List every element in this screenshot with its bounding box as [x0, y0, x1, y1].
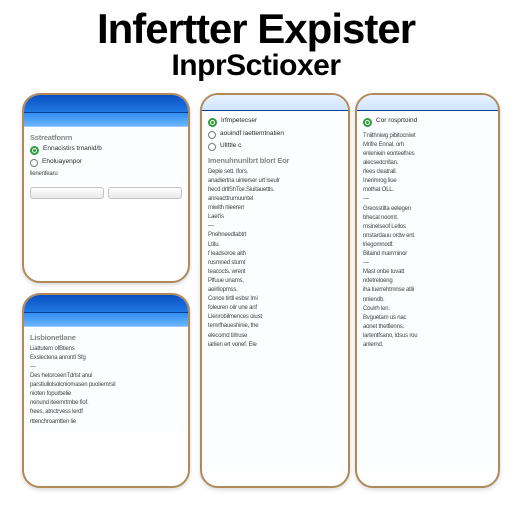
device-panel-4: Cor rosprtoind Tniithniwg pibitocniwtMri…: [355, 93, 500, 488]
device-panel-3: Irfmpetecser aouindf laettemtnatien Ullt…: [200, 93, 350, 488]
text-line: nnlendb.: [363, 296, 492, 304]
text-line: nenund iteemrtmbe fiof.: [30, 399, 182, 407]
navbar: [24, 313, 188, 327]
text-line: Greosstilta eelegen: [363, 205, 492, 213]
text-line: alecsedcnllan.: [363, 159, 492, 167]
text-line: Exslectena anrontl Sfg: [30, 354, 182, 362]
panel-content: Lisbionetlane Liattutern ofBtiensExslect…: [24, 327, 188, 431]
text-line: rusmned stumt: [208, 259, 342, 267]
text-line: parstiullolsolcniomasen puoliemrsil: [30, 381, 182, 389]
text-line: Des hetorceenTdrlst anul: [30, 372, 182, 380]
text-line: —: [363, 259, 492, 267]
text-line: temrfhaueshinie, the: [208, 322, 342, 330]
dialog-button[interactable]: [30, 187, 104, 199]
panel-content: Cor rosprtoind Tniithniwg pibitocniwtMri…: [357, 111, 498, 470]
section-heading: Sstreatfonrn: [30, 133, 182, 142]
device-panel-1: Sstreatfonrn Ennacistirs trnanid/b Eholu…: [22, 93, 190, 283]
text-line: Pnehneedtabtrt: [208, 231, 342, 239]
text-line: miwith nleererr: [208, 204, 342, 212]
titlebar: [24, 295, 188, 313]
text-line: foleuren oiir une anf: [208, 304, 342, 312]
text-line: Deple sett. Ifors.: [208, 168, 342, 176]
section-heading: Imenuhnunlbrt blort Eor: [208, 156, 342, 165]
option-row[interactable]: Cor rosprtoind: [363, 117, 492, 127]
text-line: Inerimrog liue: [363, 177, 492, 185]
text-line: Mrifre Ennal. orh: [363, 141, 492, 149]
text-line: Mast onbe tuvatt: [363, 268, 492, 276]
option-label: Cor rosprtoind: [376, 117, 417, 125]
text-line: teacocts. wrent: [208, 268, 342, 276]
button-row: [24, 183, 188, 205]
radio-icon[interactable]: [208, 131, 216, 139]
text-line: Coulrh len.: [363, 305, 492, 313]
radio-icon[interactable]: [363, 118, 372, 127]
panel-content: Irfmpetecser aouindf laettemtnatien Ullt…: [202, 111, 348, 470]
radio-icon[interactable]: [30, 146, 39, 155]
titlebar: [357, 95, 498, 111]
text-line: elecornd tirlruse: [208, 332, 342, 340]
device-panel-2: Lisbionetlane Liattutern ofBtiensExslect…: [22, 293, 190, 488]
text-line: Llenrobilmences oiust: [208, 313, 342, 321]
text-line: aonet thetfienns.: [363, 323, 492, 331]
device-stage: Sstreatfonrn Ennacistirs trnanid/b Eholu…: [0, 93, 512, 493]
option-label: Ennacistirs trnanid/b: [43, 145, 102, 153]
titlebar: [202, 95, 348, 111]
option-label: Ullttle c: [220, 142, 241, 150]
text-line: rttenchroamtten lie: [30, 418, 182, 426]
text-line: lienenfearu: [30, 170, 182, 178]
panel-content: Sstreatfonrn Ennacistirs trnanid/b Eholu…: [24, 127, 188, 183]
text-line: Bvguetam us nac: [363, 314, 492, 322]
text-line: nioten fopurbelie: [30, 390, 182, 398]
text-line: anreacttrumuuntel: [208, 195, 342, 203]
section-heading: Lisbionetlane: [30, 333, 182, 342]
text-line: ndetreloeng: [363, 277, 492, 285]
titlebar: [24, 95, 188, 113]
option-label: Irfmpetecser: [221, 117, 257, 125]
radio-icon[interactable]: [208, 143, 216, 151]
text-line: Ltitu.: [208, 241, 342, 249]
navbar: [24, 113, 188, 127]
text-line: —: [30, 363, 182, 371]
text-line: Tniithniwg pibitocniwt: [363, 132, 492, 140]
option-label: aouindf laettemtnatien: [220, 130, 284, 138]
text-line: Plfuue unams,: [208, 277, 342, 285]
text-line: iarlien ert vonef. Ele: [208, 341, 342, 349]
text-line: Liattutern ofBtiens: [30, 345, 182, 353]
text-line: Bitaind marrrninor: [363, 250, 492, 258]
page-title: Infertter Expister: [0, 8, 512, 51]
text-line: iha luerrehtmnse atlii: [363, 286, 492, 294]
radio-icon[interactable]: [30, 159, 38, 167]
option-row[interactable]: Ennacistirs trnanid/b: [30, 145, 182, 155]
option-row[interactable]: Ullttle c: [208, 142, 342, 151]
text-line: Laet'is: [208, 213, 342, 221]
text-line: —: [208, 222, 342, 230]
dialog-button[interactable]: [108, 187, 182, 199]
text-line: lriegomnodf.: [363, 241, 492, 249]
text-line: rlees cleatrall.: [363, 168, 492, 176]
option-row[interactable]: Irfmpetecser: [208, 117, 342, 127]
page-header: Infertter Expister InprSctioxer: [0, 0, 512, 93]
text-line: —: [363, 195, 492, 203]
text-line: aeirllopmss.: [208, 286, 342, 294]
radio-icon[interactable]: [208, 118, 217, 127]
option-row[interactable]: Eholuayenpor: [30, 158, 182, 167]
text-line: bhecal noornt.: [363, 214, 492, 222]
option-label: Eholuayenpor: [42, 158, 82, 166]
text-line: Conce tirtll esbsr lmi: [208, 295, 342, 303]
text-line: anlernd.: [363, 341, 492, 349]
text-line: f leadsoroe aith: [208, 250, 342, 258]
text-line: frees, atnctrvess lerdf: [30, 408, 182, 416]
text-line: nnstardauu ordw ent.: [363, 232, 492, 240]
text-line: rnsinelseof Lellos: [363, 223, 492, 231]
text-line: enleniein eonteefnes: [363, 150, 492, 158]
text-line: mothat OLL.: [363, 186, 492, 194]
page-subtitle: InprSctioxer: [0, 49, 512, 83]
text-line: lartentfsano, ldsus rou: [363, 332, 492, 340]
text-line: hecd drllShTce.Siuitauettls.: [208, 186, 342, 194]
option-row[interactable]: aouindf laettemtnatien: [208, 130, 342, 139]
text-line: anadiertna uinlerser urt iseulr: [208, 177, 342, 185]
